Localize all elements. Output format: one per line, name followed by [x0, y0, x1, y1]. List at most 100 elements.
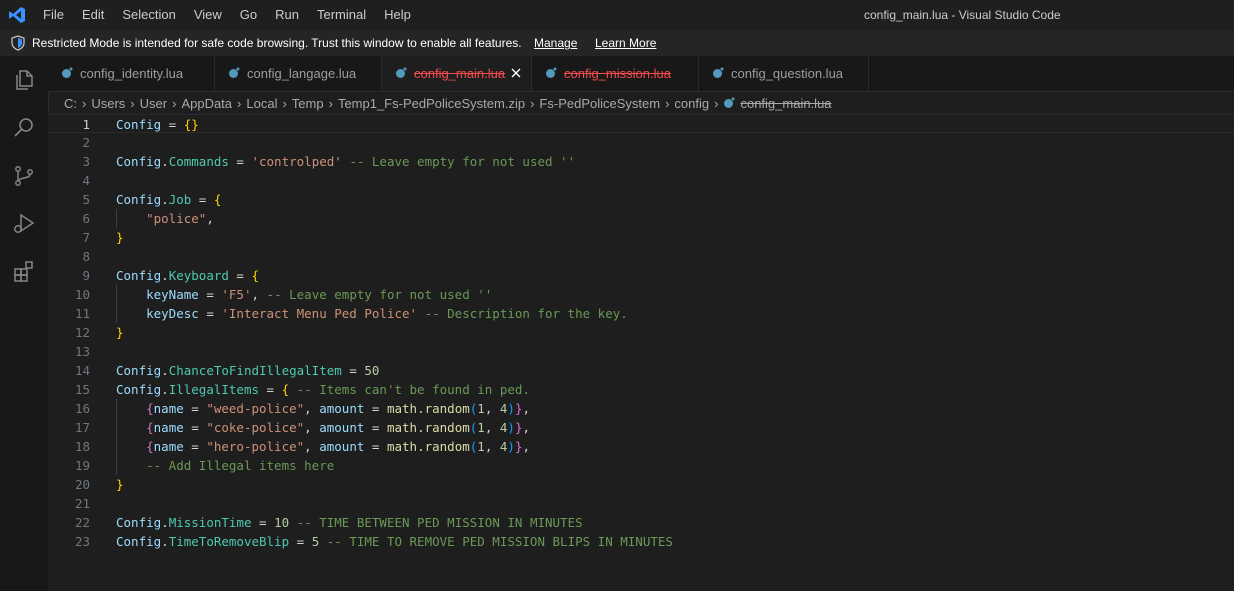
line-number: 23	[74, 534, 90, 549]
source-control-button[interactable]	[0, 154, 48, 198]
menu-terminal[interactable]: Terminal	[308, 0, 375, 30]
menu-edit[interactable]: Edit	[73, 0, 113, 30]
menu-help[interactable]: Help	[375, 0, 420, 30]
code-token: ,	[484, 439, 500, 454]
manage-link[interactable]: Manage	[534, 30, 577, 56]
tab-config-langage[interactable]: config_langage.lua	[215, 56, 382, 91]
editor-tabs: config_identity.lua config_langage.lua con…	[48, 56, 1234, 92]
code-token: math.random	[386, 420, 470, 435]
code-token: 'controlped'	[251, 154, 342, 169]
code-token: ,	[484, 420, 500, 435]
code-line[interactable]: 14 Config.ChanceToFindIllegalItem = 50	[48, 361, 1234, 380]
code-line[interactable]: 8	[48, 247, 1234, 266]
breadcrumb-item[interactable]: C:	[64, 96, 77, 111]
code-token: }	[116, 325, 124, 340]
code-line[interactable]: 10 keyName = 'F5', -- Leave empty for no…	[48, 285, 1234, 304]
code-line[interactable]: 5 Config.Job = {	[48, 190, 1234, 209]
code-line[interactable]: 11 keyDesc = 'Interact Menu Ped Police' …	[48, 304, 1234, 323]
code-token: ,	[304, 401, 320, 416]
code-line[interactable]: 9 Config.Keyboard = {	[48, 266, 1234, 285]
code-line[interactable]: 17 {name = "coke-police", amount = math.…	[48, 418, 1234, 437]
tab-config-question[interactable]: config_question.lua	[699, 56, 869, 91]
breadcrumb-item[interactable]: Users	[91, 96, 125, 111]
code-token: MissionTime	[168, 515, 252, 530]
tab-label: config_main.lua	[414, 66, 506, 81]
code-token: Job	[168, 192, 192, 207]
code-line[interactable]: 15 Config.IllegalItems = { -- Items can't…	[48, 380, 1234, 399]
code-token: 10	[274, 515, 290, 530]
code-line[interactable]: 4	[48, 171, 1234, 190]
code-token: "weed-police"	[206, 401, 305, 416]
code-line[interactable]: 2	[48, 133, 1234, 152]
line-number: 22	[74, 515, 90, 530]
run-debug-button[interactable]	[0, 202, 48, 246]
window-title: config_main.lua - Visual Studio Code	[864, 8, 1061, 22]
code-token: {	[281, 382, 290, 397]
code-line[interactable]: 21	[48, 494, 1234, 513]
code-editor[interactable]: 1 Config = {} 2 3 Config.Commands = 'control…	[48, 114, 1234, 591]
line-number: 20	[74, 477, 90, 492]
code-token: {	[251, 268, 260, 283]
line-number: 7	[82, 230, 90, 245]
code-token: ,	[522, 420, 531, 435]
search-button[interactable]	[0, 106, 48, 150]
breadcrumb-item[interactable]: Local	[246, 96, 277, 111]
code-token: {	[213, 192, 222, 207]
code-line[interactable]: 12}	[48, 323, 1234, 342]
breadcrumb-item[interactable]: User	[140, 96, 167, 111]
tab-config-main[interactable]: config_main.lua	[382, 56, 532, 91]
breadcrumb-item[interactable]: Temp1_Fs-PedPoliceSystem.zip	[338, 96, 525, 111]
vscode-logo-icon	[9, 7, 25, 23]
tab-config-identity[interactable]: config_identity.lua	[48, 56, 215, 91]
code-line[interactable]: 22 Config.MissionTime = 10 -- TIME BETWEE…	[48, 513, 1234, 532]
code-line[interactable]: 16 {name = "weed-police", amount = math.…	[48, 399, 1234, 418]
code-token: =	[183, 420, 207, 435]
code-line[interactable]: 1 Config = {}	[48, 114, 1234, 133]
menu-run[interactable]: Run	[266, 0, 308, 30]
code-token: 50	[364, 363, 380, 378]
code-line[interactable]: 19 -- Add Illegal items here	[48, 456, 1234, 475]
code-token: Config	[116, 117, 162, 132]
lua-file-icon	[713, 67, 724, 78]
code-line[interactable]: 7}	[48, 228, 1234, 247]
code-token: -- Items can't be found in ped.	[289, 382, 530, 397]
code-token: =	[198, 287, 222, 302]
learn-more-link[interactable]: Learn More	[595, 30, 656, 56]
lua-file-icon	[724, 97, 735, 108]
code-token: .	[161, 192, 169, 207]
close-icon[interactable]	[508, 65, 524, 81]
code-token: amount	[319, 401, 365, 416]
breadcrumb-item[interactable]: AppData	[181, 96, 232, 111]
menu-view[interactable]: View	[185, 0, 231, 30]
extensions-button[interactable]	[0, 250, 48, 294]
code-token: =	[364, 401, 387, 416]
code-text: }	[116, 475, 124, 494]
menu-file[interactable]: File	[34, 0, 73, 30]
code-token: =	[259, 382, 282, 397]
menu-selection[interactable]: Selection	[113, 0, 184, 30]
menu-go[interactable]: Go	[231, 0, 266, 30]
breadcrumb-item[interactable]: Temp	[292, 96, 324, 111]
breadcrumb-item[interactable]: config	[674, 96, 709, 111]
code-token: )	[507, 420, 515, 435]
breadcrumb-item[interactable]: config_main.lua	[740, 96, 831, 111]
code-line[interactable]: 18 {name = "hero-police", amount = math.…	[48, 437, 1234, 456]
code-token: keyDesc	[146, 306, 199, 321]
tab-config-mission[interactable]: config_mission.lua	[532, 56, 699, 91]
explorer-button[interactable]	[0, 58, 48, 102]
chevron-right-icon: ›	[328, 95, 333, 111]
code-line[interactable]: 23 Config.TimeToRemoveBlip = 5 -- TIME TO…	[48, 532, 1234, 551]
breadcrumb-item[interactable]: Fs-PedPoliceSystem	[539, 96, 660, 111]
breadcrumb: C: › Users › User › AppData › Local › Temp › Temp1_F…	[48, 92, 1234, 114]
code-line[interactable]: 13	[48, 342, 1234, 361]
tab-label: config_mission.lua	[564, 66, 671, 81]
code-line[interactable]: 20}	[48, 475, 1234, 494]
tab-label: config_question.lua	[731, 66, 844, 81]
code-token: amount	[319, 439, 365, 454]
extensions-icon	[14, 261, 33, 282]
code-token: -- Leave empty for not used ''	[259, 287, 493, 302]
code-line[interactable]: 6 "police",	[48, 209, 1234, 228]
line-number: 11	[74, 306, 90, 321]
code-line[interactable]: 3 Config.Commands = 'controlped' -- Leave…	[48, 152, 1234, 171]
